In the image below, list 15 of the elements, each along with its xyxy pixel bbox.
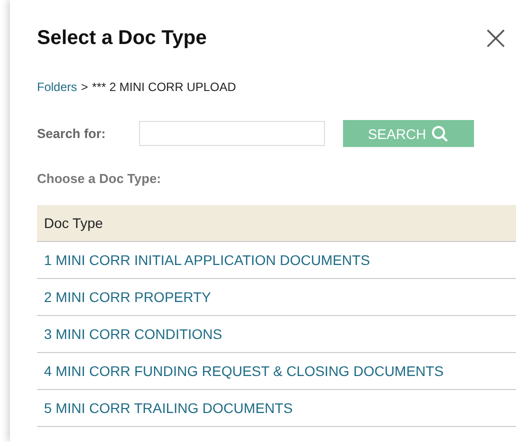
breadcrumb-link[interactable]: Folders (37, 80, 78, 94)
search-field[interactable] (139, 121, 325, 146)
search-label: Search for: (37, 126, 107, 141)
search-icon (431, 124, 450, 142)
doc-type-link[interactable]: 1 MINI CORR INITIAL APPLICATION DOCUMENTS (44, 252, 370, 268)
breadcrumb-separator: > (81, 80, 88, 94)
doc-type-link[interactable]: 5 MINI CORR TRAILING DOCUMENTS (44, 400, 293, 416)
column-header: Doc Type (37, 205, 516, 242)
doc-type-link[interactable]: 3 MINI CORR CONDITIONS (44, 326, 222, 342)
close-button[interactable]: × (482, 24, 510, 52)
doc-type-link[interactable]: 2 MINI CORR PROPERTY (44, 289, 211, 305)
prompt-label: Choose a Doc Type: (37, 171, 162, 186)
breadcrumb-current: *** 2 MINI CORR UPLOAD (92, 80, 236, 94)
doc-type-link[interactable]: 4 MINI CORR FUNDING REQUEST & CLOSING DOCUMENTS (44, 363, 444, 379)
dialog-title: Select a Doc Type (37, 26, 207, 50)
